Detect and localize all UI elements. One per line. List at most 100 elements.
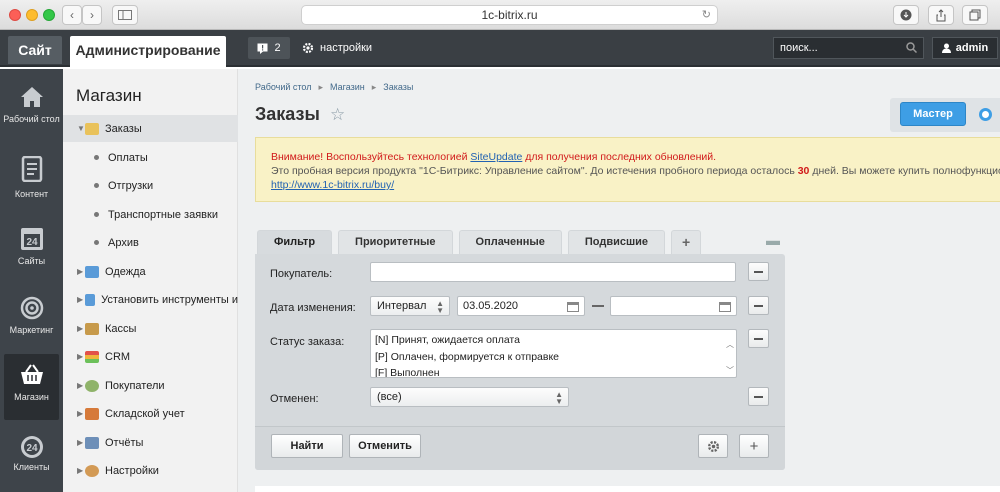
notification-icon bbox=[257, 43, 268, 54]
master-indicator-icon[interactable] bbox=[979, 108, 992, 121]
menu-item-settings[interactable]: ▶ Настройки bbox=[63, 457, 238, 484]
menu-item-label: Отчёты bbox=[105, 436, 144, 449]
expand-right-icon[interactable]: ▶ bbox=[63, 409, 83, 418]
remove-date-field-button[interactable] bbox=[748, 296, 769, 315]
menu-item-warehouse[interactable]: ▶ Складской учет bbox=[63, 400, 238, 427]
warning-line-2: Это пробная версия продукта "1С-Битрикс:… bbox=[271, 164, 1000, 178]
warehouse-icon bbox=[85, 407, 99, 420]
find-button[interactable]: Найти bbox=[271, 434, 343, 458]
menu-item-label: Установить инструменты и bbox=[101, 293, 238, 306]
settings-link[interactable]: настройки bbox=[302, 37, 372, 59]
back-button[interactable]: ‹ bbox=[62, 5, 82, 25]
reload-icon[interactable]: ↻ bbox=[702, 6, 711, 24]
plus-icon: + bbox=[749, 437, 759, 455]
expand-right-icon[interactable]: ▶ bbox=[63, 324, 83, 333]
menu-item-crm[interactable]: ▶ CRM bbox=[63, 343, 238, 370]
collapse-filter-icon[interactable]: ▬ bbox=[766, 232, 780, 248]
expand-right-icon[interactable]: ▶ bbox=[63, 295, 83, 304]
tab-filter[interactable]: Фильтр bbox=[257, 230, 333, 254]
notifications-button[interactable]: 2 bbox=[248, 37, 290, 59]
menu-item-shipments[interactable]: Отгрузки bbox=[63, 172, 238, 199]
menu-item-archive[interactable]: Архив bbox=[63, 229, 238, 256]
tabs-overview-button[interactable] bbox=[962, 5, 988, 25]
user-menu[interactable]: admin bbox=[932, 37, 998, 59]
menu-item-payments[interactable]: Оплаты bbox=[63, 144, 238, 171]
date-from-input[interactable]: 03.05.2020 bbox=[457, 296, 585, 316]
leftnav-item-content[interactable]: Контент bbox=[0, 147, 63, 213]
breadcrumb-item[interactable]: Рабочий стол bbox=[255, 82, 312, 93]
download-icon bbox=[900, 9, 912, 21]
address-bar[interactable]: 1c-bitrix.ru ↻ bbox=[301, 5, 718, 25]
menu-item-transport[interactable]: Транспортные заявки bbox=[63, 201, 238, 228]
forward-button[interactable]: › bbox=[82, 5, 102, 25]
filter-settings-button[interactable] bbox=[698, 434, 728, 458]
calendar-icon[interactable] bbox=[719, 301, 731, 312]
minimize-window-button[interactable] bbox=[26, 9, 38, 21]
main-content: Рабочий стол ▸ Магазин ▸ Заказы Заказы ☆… bbox=[238, 69, 1000, 492]
status-option[interactable]: [N] Принят, ожидается оплата bbox=[375, 332, 732, 349]
tab-stuck[interactable]: Подвисшие bbox=[567, 230, 666, 254]
buy-link[interactable]: http://www.1c-bitrix.ru/buy/ bbox=[271, 179, 394, 191]
bullet-icon bbox=[94, 155, 99, 160]
date-mode-select[interactable]: Интервал ▲ ▼ bbox=[370, 296, 450, 316]
leftnav-item-sites[interactable]: 24 Сайты bbox=[0, 216, 63, 282]
menu-item-cash[interactable]: ▶ Кассы bbox=[63, 315, 238, 342]
chevron-left-icon: ‹ bbox=[70, 8, 74, 22]
leftnav-item-clients[interactable]: 24 Клиенты bbox=[0, 426, 63, 492]
cancelled-value: (все) bbox=[377, 391, 402, 403]
add-field-button[interactable]: + bbox=[739, 434, 769, 458]
menu-item-buyers[interactable]: ▶ Покупатели bbox=[63, 372, 238, 399]
favorite-star-icon[interactable]: ☆ bbox=[330, 105, 345, 125]
warning-line-1: Внимание! Воспользуйтесь технологией Sit… bbox=[271, 150, 1000, 164]
funnel-icon bbox=[85, 350, 99, 363]
tab-priority[interactable]: Приоритетные bbox=[338, 230, 453, 254]
siteupdate-link[interactable]: SiteUpdate bbox=[470, 151, 522, 163]
leftnav-item-shop[interactable]: Магазин bbox=[0, 354, 63, 420]
add-filter-tab-button[interactable]: + bbox=[671, 230, 702, 254]
cancel-button[interactable]: Отменить bbox=[349, 434, 421, 458]
menu-item-clothes[interactable]: ▶ Одежда bbox=[63, 258, 238, 285]
buyer-input[interactable] bbox=[370, 262, 736, 282]
sidebar-toggle-button[interactable] bbox=[112, 5, 138, 25]
select-arrows-icon: ▲ ▼ bbox=[555, 390, 563, 406]
breadcrumb-item[interactable]: Заказы bbox=[383, 82, 413, 93]
menu-item-reports[interactable]: ▶ Отчёты bbox=[63, 429, 238, 456]
zoom-window-button[interactable] bbox=[43, 9, 55, 21]
status-option[interactable]: [F] Выполнен bbox=[375, 365, 732, 377]
downloads-button[interactable] bbox=[893, 5, 919, 25]
leftnav-item-desktop[interactable]: Рабочий стол bbox=[0, 76, 63, 142]
admin-tab[interactable]: Администрирование bbox=[70, 36, 226, 67]
expand-right-icon[interactable]: ▶ bbox=[63, 352, 83, 361]
remove-status-field-button[interactable] bbox=[748, 329, 769, 348]
svg-text:24: 24 bbox=[26, 237, 38, 248]
search-icon[interactable] bbox=[906, 42, 917, 53]
breadcrumb-item[interactable]: Магазин bbox=[330, 82, 365, 93]
site-tab[interactable]: Сайт bbox=[8, 36, 62, 64]
expand-right-icon[interactable]: ▶ bbox=[63, 438, 83, 447]
search-input[interactable]: поиск... bbox=[773, 37, 924, 59]
status-multiselect[interactable]: [N] Принят, ожидается оплата [P] Оплачен… bbox=[370, 329, 737, 378]
expand-right-icon[interactable]: ▶ bbox=[63, 267, 83, 276]
scroll-arrows-icon[interactable]: ︿ ﹀ bbox=[726, 332, 734, 377]
status-option[interactable]: [P] Оплачен, формируется к отправке bbox=[375, 349, 732, 366]
clients-24-icon: 24 bbox=[21, 436, 43, 458]
warning-text: Внимание! Воспользуйтесь технологией bbox=[271, 151, 471, 163]
close-window-button[interactable] bbox=[9, 9, 21, 21]
warning-line-3: http://www.1c-bitrix.ru/buy/ bbox=[271, 178, 1000, 192]
leftnav-item-marketing[interactable]: Маркетинг bbox=[0, 287, 63, 353]
menu-item-install-tools[interactable]: ▶ Установить инструменты и bbox=[63, 286, 238, 313]
share-button[interactable] bbox=[928, 5, 954, 25]
menu-item-orders[interactable]: ▼ Заказы bbox=[63, 115, 238, 142]
notification-count: 2 bbox=[274, 42, 281, 54]
admin-topbar: Сайт Администрирование 2 настройки поиск… bbox=[0, 30, 1000, 67]
date-to-input[interactable] bbox=[610, 296, 737, 316]
master-button[interactable]: Мастер bbox=[900, 102, 966, 126]
tab-paid[interactable]: Оплаченные bbox=[458, 230, 562, 254]
remove-cancelled-field-button[interactable] bbox=[748, 387, 769, 406]
remove-buyer-field-button[interactable] bbox=[748, 262, 769, 281]
calendar-icon[interactable] bbox=[567, 301, 579, 312]
expand-right-icon[interactable]: ▶ bbox=[63, 466, 83, 475]
expand-right-icon[interactable]: ▶ bbox=[63, 381, 83, 390]
cancelled-select[interactable]: (все) ▲ ▼ bbox=[370, 387, 569, 407]
expand-down-icon[interactable]: ▼ bbox=[63, 124, 85, 133]
